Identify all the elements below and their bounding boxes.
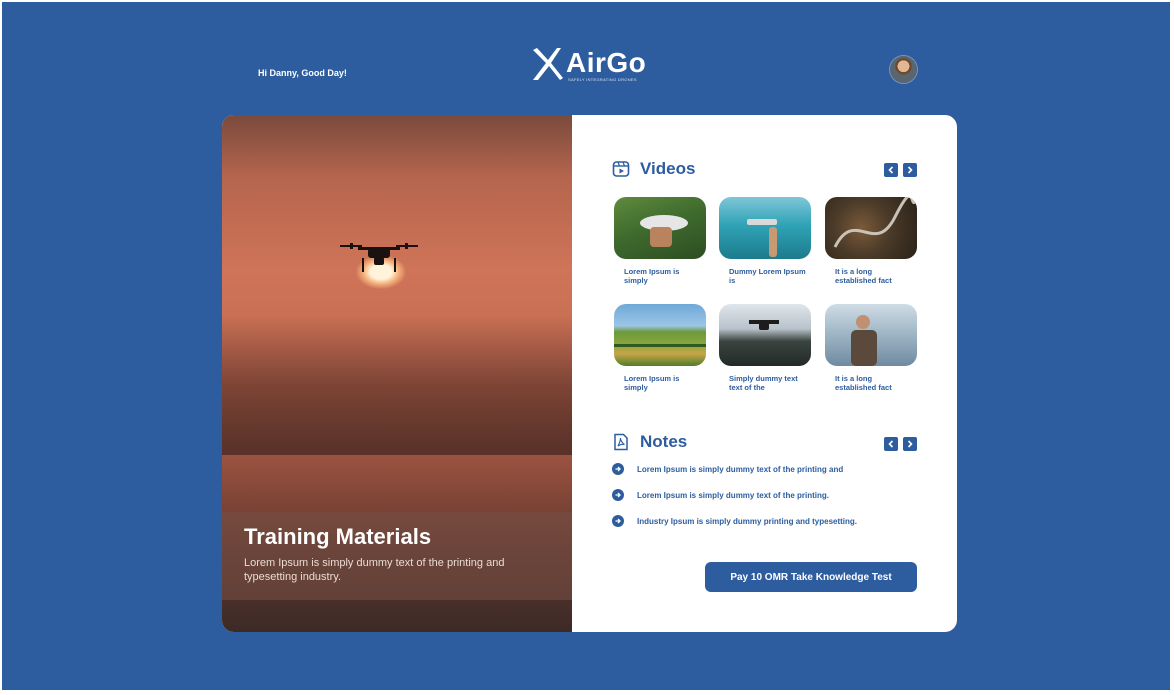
hero-cliff-shade xyxy=(222,315,572,455)
video-thumbnail[interactable] xyxy=(719,304,811,366)
video-icon xyxy=(612,161,630,177)
greeting-text: Hi Danny, Good Day! xyxy=(258,68,347,78)
video-card[interactable]: Lorem Ipsum is simply xyxy=(614,304,706,392)
brand-logo[interactable]: AirGo SAFELY INTEGRATING DRONES xyxy=(530,46,660,88)
videos-next-button[interactable] xyxy=(903,163,917,177)
video-caption: Lorem Ipsum is simply xyxy=(624,267,680,285)
videos-pager xyxy=(884,163,917,177)
hero-title: Training Materials xyxy=(244,524,432,549)
video-thumbnail[interactable] xyxy=(825,304,917,366)
notes-pager xyxy=(884,437,917,451)
user-avatar[interactable] xyxy=(890,56,917,83)
note-text: Lorem Ipsum is simply dummy text of the … xyxy=(637,464,844,474)
drone-icon xyxy=(340,243,418,272)
video-card[interactable]: Simply dummy text text of the xyxy=(719,304,811,392)
notes-header: Notes xyxy=(612,432,687,452)
training-card: Training Materials Lorem Ipsum is simply… xyxy=(222,115,957,632)
arrow-right-circle-icon xyxy=(612,515,624,527)
note-text: Industry Ipsum is simply dummy printing … xyxy=(637,516,858,526)
note-item[interactable]: Industry Ipsum is simply dummy printing … xyxy=(612,515,857,527)
videos-prev-button[interactable] xyxy=(884,163,898,177)
video-caption: It is a long established fact xyxy=(835,267,892,285)
brand-name: AirGo xyxy=(566,47,647,78)
fields-image xyxy=(614,344,706,347)
brand-tagline: SAFELY INTEGRATING DRONES xyxy=(568,77,637,82)
chevron-right-icon xyxy=(907,440,913,448)
knowledge-test-button[interactable]: Pay 10 OMR Take Knowledge Test xyxy=(705,562,917,592)
notes-prev-button[interactable] xyxy=(884,437,898,451)
video-caption: Simply dummy text text of the xyxy=(729,374,798,392)
video-thumbnail[interactable] xyxy=(719,197,811,259)
pdf-icon xyxy=(614,433,628,451)
videos-header: Videos xyxy=(612,159,695,179)
notes-title: Notes xyxy=(640,432,688,451)
arrow-right-circle-icon xyxy=(612,463,624,475)
video-thumbnail[interactable] xyxy=(825,197,917,259)
drone-hand-image xyxy=(640,215,688,247)
video-caption: It is a long established fact xyxy=(835,374,892,392)
aerial-road-image xyxy=(833,197,917,248)
chevron-left-icon xyxy=(888,440,894,448)
hero-subtitle: Lorem Ipsum is simply dummy text of the … xyxy=(244,557,505,583)
drone-mountain-image xyxy=(749,320,779,330)
note-item[interactable]: Lorem Ipsum is simply dummy text of the … xyxy=(612,489,829,501)
videos-title: Videos xyxy=(640,159,696,178)
drone-sea-image xyxy=(747,219,777,257)
chevron-left-icon xyxy=(888,166,894,174)
video-card[interactable]: Dummy Lorem Ipsum is xyxy=(719,197,811,285)
app-background: Hi Danny, Good Day! AirGo SAFELY INTEGRA… xyxy=(2,2,1170,690)
notes-next-button[interactable] xyxy=(903,437,917,451)
video-caption: Dummy Lorem Ipsum is xyxy=(729,267,806,285)
chevron-right-icon xyxy=(907,166,913,174)
video-thumbnail[interactable] xyxy=(614,197,706,259)
note-text: Lorem Ipsum is simply dummy text of the … xyxy=(637,490,830,500)
arrow-right-circle-icon xyxy=(612,489,624,501)
video-card[interactable]: It is a long established fact xyxy=(825,197,917,285)
video-caption: Lorem Ipsum is simply xyxy=(624,374,680,392)
hero-image: Training Materials Lorem Ipsum is simply… xyxy=(222,115,572,632)
video-thumbnail[interactable] xyxy=(614,304,706,366)
materials-panel: Videos Lorem Ipsum is simply Dummy Lorem… xyxy=(572,115,957,632)
pilot-image xyxy=(851,315,877,366)
video-card[interactable]: It is a long established fact xyxy=(825,304,917,392)
note-item[interactable]: Lorem Ipsum is simply dummy text of the … xyxy=(612,463,843,475)
video-card[interactable]: Lorem Ipsum is simply xyxy=(614,197,706,285)
propeller-logo-icon xyxy=(533,48,563,80)
